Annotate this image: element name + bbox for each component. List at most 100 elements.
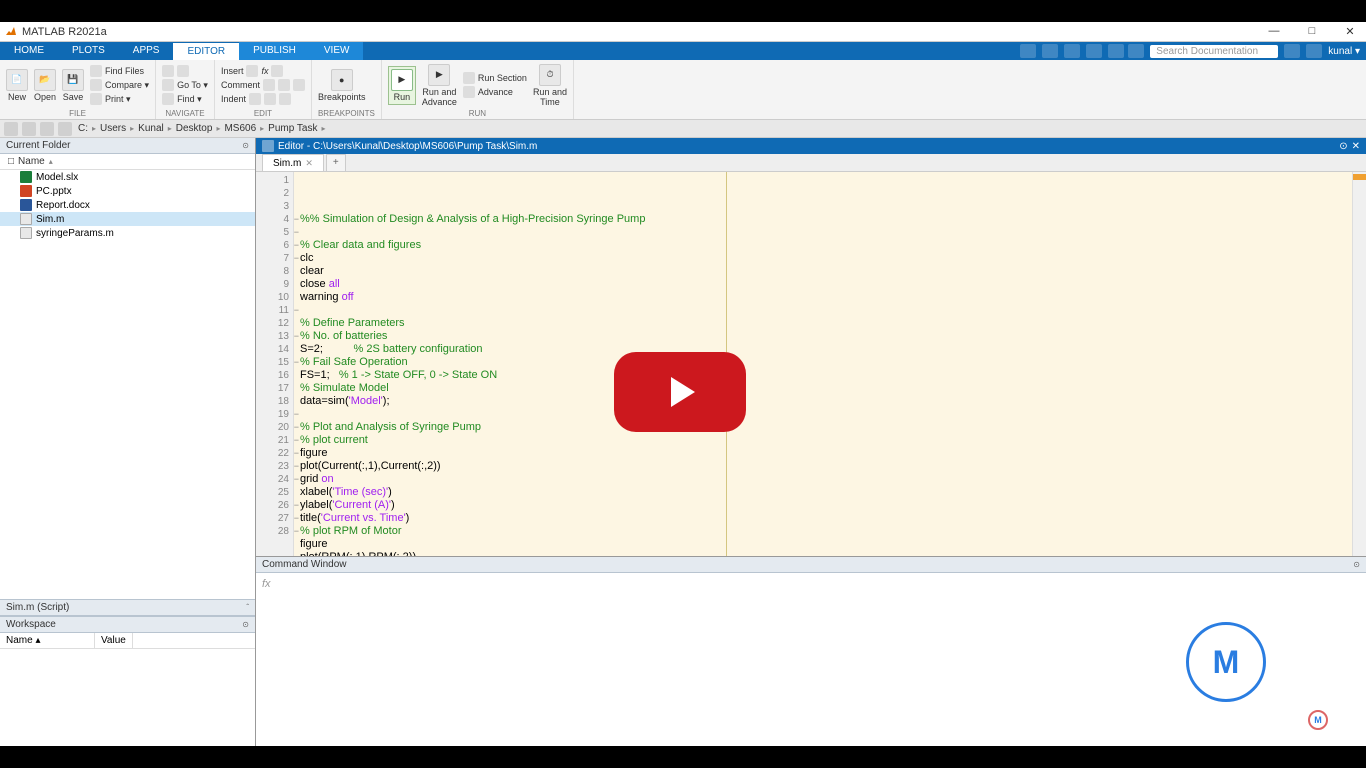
file-item[interactable]: Model.slx — [0, 170, 255, 184]
forward-icon[interactable] — [22, 122, 36, 136]
code-line[interactable]: grid on — [300, 473, 1346, 486]
code-line[interactable]: %% Simulation of Design & Analysis of a … — [300, 213, 1346, 226]
breadcrumb-segment[interactable]: Pump Task — [266, 123, 319, 134]
line-number[interactable]: 9 — [260, 278, 289, 291]
line-number[interactable]: 21 — [260, 434, 289, 447]
code-line[interactable]: title('Current vs. Time') — [300, 512, 1346, 525]
line-number[interactable]: 28 — [260, 525, 289, 538]
ws-value-header[interactable]: Value — [95, 633, 133, 648]
browse-folder-icon[interactable] — [58, 122, 72, 136]
line-number[interactable]: 5 — [260, 226, 289, 239]
close-button[interactable]: ✕ — [1338, 25, 1362, 38]
qa-icon[interactable] — [1042, 44, 1058, 58]
line-number[interactable]: 6 — [260, 239, 289, 252]
editor-tab-active[interactable]: Sim.m ✕ — [262, 154, 324, 171]
breakpoints-button[interactable]: ●Breakpoints — [318, 69, 366, 102]
comment-button[interactable]: Comment — [221, 79, 305, 91]
line-number[interactable]: 20 — [260, 421, 289, 434]
line-number[interactable]: 24 — [260, 473, 289, 486]
breadcrumb-segment[interactable]: Users — [98, 123, 128, 134]
up-folder-icon[interactable] — [40, 122, 54, 136]
code-line[interactable]: warning off — [300, 291, 1346, 304]
file-item[interactable]: Sim.m — [0, 212, 255, 226]
code-line[interactable]: % Plot and Analysis of Syringe Pump — [300, 421, 1346, 434]
script-info-header[interactable]: Sim.m (Script) ˆ — [0, 600, 255, 616]
tab-editor[interactable]: EDITOR — [173, 42, 239, 60]
code-line[interactable]: FS=1; % 1 -> State OFF, 0 -> State ON — [300, 369, 1346, 382]
breadcrumb-segment[interactable]: MS606 — [222, 123, 258, 134]
line-number[interactable]: 10 — [260, 291, 289, 304]
code-line[interactable] — [300, 304, 1346, 317]
nav-arrows[interactable] — [162, 65, 208, 77]
line-number[interactable]: 18 — [260, 395, 289, 408]
goto-button[interactable]: Go To ▾ — [162, 79, 208, 91]
code-line[interactable]: % Simulate Model — [300, 382, 1346, 395]
back-icon[interactable] — [4, 122, 18, 136]
line-number[interactable]: 8 — [260, 265, 289, 278]
insert-icon[interactable] — [246, 65, 258, 77]
qa-icon[interactable] — [1064, 44, 1080, 58]
find-files-button[interactable]: Find Files — [90, 65, 149, 77]
current-folder-header[interactable]: Current Folder ⊙ — [0, 138, 255, 154]
tab-apps[interactable]: APPS — [119, 42, 174, 60]
file-item[interactable]: PC.pptx — [0, 184, 255, 198]
line-number[interactable]: 4 — [260, 213, 289, 226]
tab-publish[interactable]: PUBLISH — [239, 42, 310, 60]
code-line[interactable]: plot(RPM(:,1),RPM(:,2)) — [300, 551, 1346, 556]
channel-watermark-small[interactable]: M — [1308, 710, 1328, 730]
code-line[interactable]: % Clear data and figures — [300, 239, 1346, 252]
code-line[interactable]: % plot RPM of Motor — [300, 525, 1346, 538]
insert-dropdown-icon[interactable] — [271, 65, 283, 77]
qa-icon[interactable] — [1020, 44, 1036, 58]
line-number[interactable]: 12 — [260, 317, 289, 330]
new-button[interactable]: 📄New — [6, 69, 28, 102]
line-number[interactable]: 3 — [260, 200, 289, 213]
line-number[interactable]: 14 — [260, 343, 289, 356]
file-item[interactable]: syringeParams.m — [0, 226, 255, 240]
code-line[interactable]: S=2; % 2S battery configuration — [300, 343, 1346, 356]
breadcrumb-segment[interactable]: Kunal — [136, 123, 166, 134]
maximize-button[interactable]: □ — [1300, 25, 1324, 38]
advance-button[interactable]: Advance — [463, 86, 527, 98]
channel-watermark[interactable]: M — [1186, 622, 1266, 702]
run-button[interactable]: ▶Run — [388, 66, 416, 105]
code-line[interactable]: clear — [300, 265, 1346, 278]
code-line[interactable]: figure — [300, 447, 1346, 460]
line-number[interactable]: 16 — [260, 369, 289, 382]
code-line[interactable]: data=sim('Model'); — [300, 395, 1346, 408]
editor-close-icon[interactable]: ✕ — [1352, 141, 1360, 152]
run-section-button[interactable]: Run Section — [463, 72, 527, 84]
tab-close-icon[interactable]: ✕ — [305, 158, 313, 169]
line-number[interactable]: 23 — [260, 460, 289, 473]
find-button[interactable]: Find ▾ — [162, 93, 208, 105]
code-line[interactable]: % No. of batteries — [300, 330, 1346, 343]
line-number[interactable]: 7 — [260, 252, 289, 265]
line-number[interactable]: 25 — [260, 486, 289, 499]
code-line[interactable]: % Fail Safe Operation — [300, 356, 1346, 369]
notification-icon[interactable] — [1306, 44, 1322, 58]
compare-button[interactable]: Compare ▾ — [90, 79, 149, 91]
line-number[interactable]: 1 — [260, 174, 289, 187]
search-input[interactable]: Search Documentation — [1150, 45, 1278, 58]
search-go-icon[interactable] — [1284, 44, 1300, 58]
new-tab-button[interactable]: + — [326, 154, 346, 171]
open-button[interactable]: 📂Open — [34, 69, 56, 102]
minimize-button[interactable]: — — [1262, 25, 1286, 38]
line-number[interactable]: 22 — [260, 447, 289, 460]
youtube-play-button[interactable] — [614, 352, 746, 432]
code-minimap[interactable] — [1352, 172, 1366, 556]
user-menu[interactable]: kunal ▾ — [1328, 46, 1360, 57]
panel-menu-icon[interactable]: ⊙ — [1353, 560, 1360, 569]
panel-menu-icon[interactable]: ⊙ — [242, 620, 249, 629]
code-line[interactable]: clc — [300, 252, 1346, 265]
cf-name-header[interactable]: □ Name ▴ — [0, 154, 255, 170]
tab-home[interactable]: HOME — [0, 42, 58, 60]
line-number[interactable]: 13 — [260, 330, 289, 343]
help-dropdown-icon[interactable] — [1128, 44, 1144, 58]
print-button[interactable]: Print ▾ — [90, 93, 149, 105]
run-time-button[interactable]: ⏱Run and Time — [533, 64, 567, 107]
line-number[interactable]: 15 — [260, 356, 289, 369]
code-line[interactable]: figure — [300, 538, 1346, 551]
editor-body[interactable]: 1234567891011121314151617181920212223242… — [256, 172, 1366, 556]
breadcrumb-segment[interactable]: Desktop — [174, 123, 215, 134]
